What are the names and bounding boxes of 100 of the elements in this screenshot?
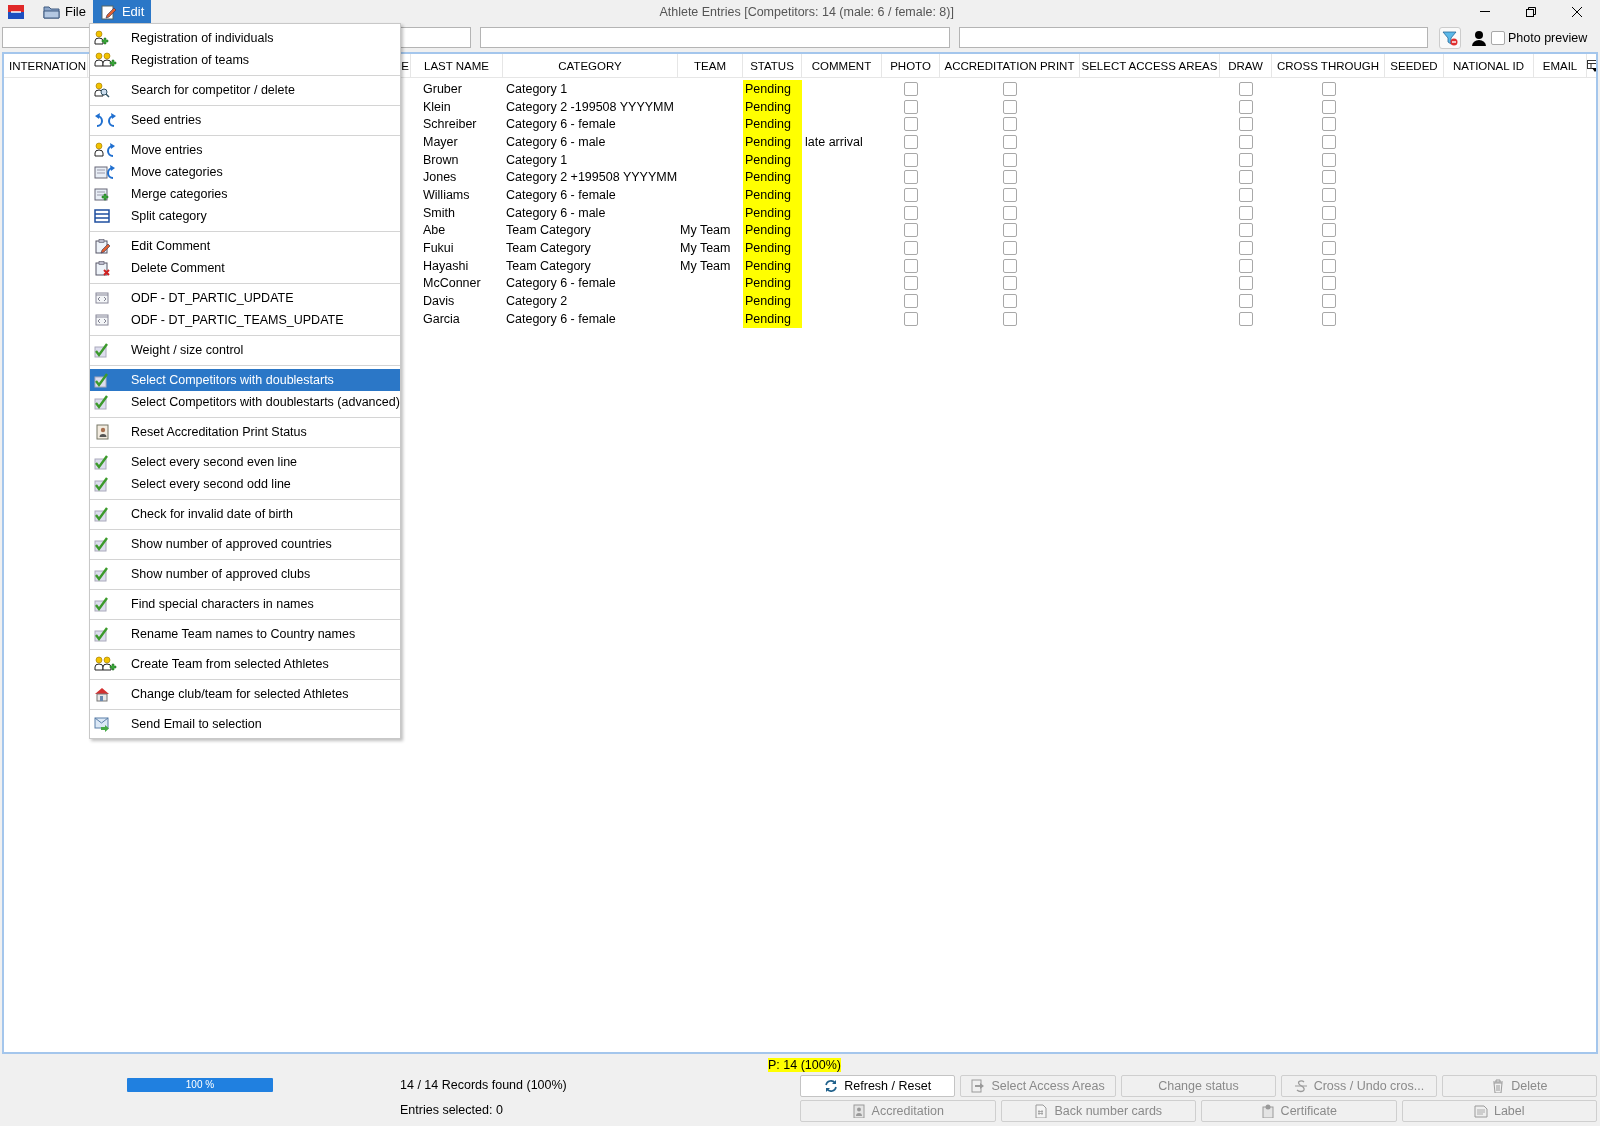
table-cell: Fukui <box>423 241 454 256</box>
menu-item[interactable]: Seed entries <box>90 109 400 131</box>
menu-item[interactable]: Change club/team for selected Athletes <box>90 683 400 705</box>
checkbox[interactable] <box>904 81 918 96</box>
filter-field[interactable] <box>480 27 950 48</box>
checkbox[interactable] <box>904 187 918 202</box>
enter-icon <box>971 1079 986 1093</box>
code-window-icon <box>94 312 110 328</box>
menu-item[interactable]: ODF - DT_PARTIC_TEAMS_UPDATE <box>90 309 400 331</box>
checkbox[interactable] <box>904 99 918 114</box>
checkbox[interactable] <box>904 205 918 220</box>
checkbox[interactable] <box>1239 81 1253 96</box>
menu-item[interactable]: Search for competitor / delete <box>90 79 400 101</box>
menu-item[interactable]: Edit Comment <box>90 235 400 257</box>
checkbox[interactable] <box>1003 170 1017 185</box>
person-icon <box>1471 29 1487 46</box>
menu-item[interactable]: Registration of individuals <box>90 27 400 49</box>
table-cell: Category 1 <box>506 152 568 167</box>
table-cell: Category 6 - male <box>506 205 606 220</box>
checkbox[interactable] <box>904 311 918 326</box>
checkbox[interactable] <box>1003 187 1017 202</box>
menu-item[interactable]: Show number of approved clubs <box>90 563 400 585</box>
checkbox[interactable] <box>1239 258 1253 273</box>
checkbox[interactable] <box>1321 117 1336 132</box>
checkbox[interactable] <box>1239 117 1253 132</box>
checkbox[interactable] <box>1239 99 1253 114</box>
menu-item[interactable]: Delete Comment <box>90 257 400 279</box>
clear-filter-button[interactable] <box>1439 26 1461 49</box>
menu-item[interactable]: Weight / size control <box>90 339 400 361</box>
checkbox[interactable] <box>1321 276 1336 291</box>
checkbox[interactable] <box>1239 223 1253 238</box>
checkbox[interactable] <box>1321 187 1336 202</box>
menu-item[interactable]: Create Team from selected Athletes <box>90 653 400 675</box>
checkbox[interactable] <box>1003 152 1017 167</box>
checkbox[interactable] <box>1239 152 1253 167</box>
menu-item[interactable]: Move categories <box>90 161 400 183</box>
checkbox[interactable] <box>1003 205 1017 220</box>
checkbox[interactable] <box>1321 311 1336 326</box>
menu-item[interactable]: Send Email to selection <box>90 713 400 735</box>
table-cell: My Team <box>680 241 731 256</box>
checkbox[interactable] <box>904 258 918 273</box>
checkbox[interactable] <box>1491 30 1505 45</box>
table-cell: Team Category <box>506 223 591 238</box>
checkbox[interactable] <box>1239 205 1253 220</box>
checkbox[interactable] <box>1003 276 1017 291</box>
menu-item[interactable]: ODF - DT_PARTIC_UPDATE <box>90 287 400 309</box>
menu-item[interactable]: Registration of teams <box>90 49 400 71</box>
menu-item[interactable]: Check for invalid date of birth <box>90 503 400 525</box>
checkbox[interactable] <box>1239 276 1253 291</box>
checkbox[interactable] <box>1003 81 1017 96</box>
menu-item[interactable]: Select Competitors with doublestarts (advanced) <box>90 391 400 413</box>
summary-label: P: 14 (100%) <box>768 1058 841 1072</box>
checkbox[interactable] <box>904 241 918 256</box>
menu-item[interactable]: Edit <box>92 0 152 23</box>
checkbox[interactable] <box>1239 187 1253 202</box>
checkbox[interactable] <box>1321 205 1336 220</box>
checkbox[interactable] <box>1003 258 1017 273</box>
column-header[interactable]: SELECT ACCESS AREAS <box>1080 54 1220 77</box>
checkbox[interactable] <box>1239 294 1253 309</box>
checkbox[interactable] <box>1003 241 1017 256</box>
checkbox[interactable] <box>904 134 918 149</box>
checkbox[interactable] <box>1321 152 1336 167</box>
table-cell: Brown <box>423 152 459 167</box>
checkbox[interactable] <box>904 170 918 185</box>
checkbox[interactable] <box>1321 134 1336 149</box>
menu-item[interactable]: Select every second even line <box>90 451 400 473</box>
checkbox[interactable] <box>1321 258 1336 273</box>
checkbox[interactable] <box>1003 117 1017 132</box>
menu-item[interactable]: File <box>36 0 93 23</box>
checkbox[interactable] <box>1239 311 1253 326</box>
checkbox[interactable] <box>904 276 918 291</box>
checkbox[interactable] <box>1321 99 1336 114</box>
checkbox[interactable] <box>1321 241 1336 256</box>
menu-item[interactable]: Select every second odd line <box>90 473 400 495</box>
menu-item[interactable]: Select Competitors with doublestarts <box>90 369 400 391</box>
checkbox[interactable] <box>1003 134 1017 149</box>
menu-item[interactable]: Reset Accreditation Print Status <box>90 421 400 443</box>
checkbox[interactable] <box>904 294 918 309</box>
checkbox[interactable] <box>1239 241 1253 256</box>
menu-item[interactable]: Rename Team names to Country names <box>90 623 400 645</box>
checkbox[interactable] <box>904 223 918 238</box>
checkbox[interactable] <box>1239 134 1253 149</box>
checkbox[interactable] <box>1321 223 1336 238</box>
checkbox[interactable] <box>904 117 918 132</box>
menu-item[interactable]: Move entries <box>90 139 400 161</box>
checkbox[interactable] <box>1239 170 1253 185</box>
menu-item[interactable]: Merge categories <box>90 183 400 205</box>
menu-item[interactable]: Split category <box>90 205 400 227</box>
menu-item[interactable]: Show number of approved countries <box>90 533 400 555</box>
filter-field[interactable] <box>959 27 1428 48</box>
checkbox[interactable] <box>1321 294 1336 309</box>
refresh-button[interactable]: Refresh / Reset <box>800 1075 956 1097</box>
checkbox[interactable] <box>1003 294 1017 309</box>
checkbox[interactable] <box>1321 170 1336 185</box>
checkbox[interactable] <box>1003 311 1017 326</box>
checkbox[interactable] <box>1003 223 1017 238</box>
menu-item[interactable]: Find special characters in names <box>90 593 400 615</box>
checkbox[interactable] <box>904 152 918 167</box>
checkbox[interactable] <box>1321 81 1336 96</box>
checkbox[interactable] <box>1003 99 1017 114</box>
